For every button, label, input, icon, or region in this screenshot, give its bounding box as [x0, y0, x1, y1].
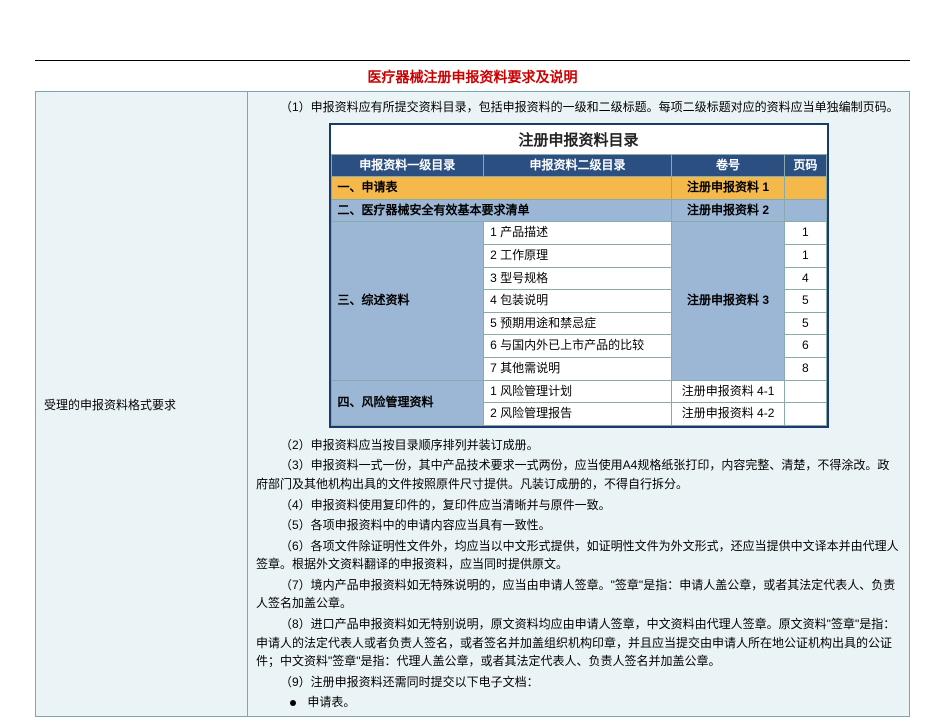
bullet-row-1: 申请表。 — [256, 693, 901, 712]
dir-r4-1-c2: 2 风险管理报告 — [484, 403, 672, 426]
dir-r3-5-c2: 6 与国内外已上市产品的比较 — [484, 335, 672, 358]
bullet-icon — [290, 700, 296, 706]
dir-r4-0-c3: 注册申报资料 4-1 — [671, 380, 784, 403]
dir-r3-4-c2: 5 预期用途和禁忌症 — [484, 312, 672, 335]
dir-r4-0-c2: 1 风险管理计划 — [484, 380, 672, 403]
dir-r4c1: 四、风险管理资料 — [331, 380, 484, 425]
para-1: （1）申报资料应有所提交资料目录，包括申报资料的一级和二级标题。每项二级标题对应… — [256, 98, 901, 117]
dir-row-2: 二、医疗器械安全有效基本要求清单 注册申报资料 2 — [331, 199, 826, 222]
dir-r3-0-c4: 1 — [785, 222, 826, 245]
dir-r3c1: 三、综述资料 — [331, 222, 484, 380]
para-9: （9）注册申报资料还需同时提交以下电子文档： — [256, 673, 901, 692]
dir-r3-1-c4: 1 — [785, 244, 826, 267]
dir-h3: 卷号 — [671, 154, 784, 177]
dir-r4-1-c3: 注册申报资料 4-2 — [671, 403, 784, 426]
para-7: （7）境内产品申报资料如无特殊说明的，应当由申请人签章。"签章"是指：申请人盖公… — [256, 576, 901, 613]
dir-h1: 申报资料一级目录 — [331, 154, 484, 177]
left-label: 受理的申报资料格式要求 — [44, 398, 176, 412]
dir-r3-4-c4: 5 — [785, 312, 826, 335]
outer-table: 受理的申报资料格式要求 （1）申报资料应有所提交资料目录，包括申报资料的一级和二… — [35, 91, 910, 717]
document-page: 医疗器械注册申报资料要求及说明 受理的申报资料格式要求 （1）申报资料应有所提交… — [0, 0, 945, 669]
dir-r3-0-c2: 1 产品描述 — [484, 222, 672, 245]
dir-r3-3-c2: 4 包装说明 — [484, 290, 672, 313]
para-5: （5）各项申报资料中的申请内容应当具有一致性。 — [256, 516, 901, 535]
dir-r3-6-c4: 8 — [785, 357, 826, 380]
dir-row-1: 一、申请表 注册申报资料 1 — [331, 177, 826, 200]
dir-r2c4 — [785, 199, 826, 222]
para-3: （3）申报资料一式一份，其中产品技术要求一式两份，应当使用A4规格纸张打印，内容… — [256, 456, 901, 493]
page-title: 医疗器械注册申报资料要求及说明 — [35, 67, 910, 87]
directory-caption: 注册申报资料目录 — [331, 125, 827, 154]
left-label-cell: 受理的申报资料格式要求 — [36, 92, 248, 717]
dir-r3-6-c2: 7 其他需说明 — [484, 357, 672, 380]
para-2: （2）申报资料应当按目录顺序排列并装订成册。 — [256, 436, 901, 455]
dir-r1c1: 一、申请表 — [331, 177, 671, 200]
dir-r1c4 — [785, 177, 826, 200]
bullet-1-text: 申请表。 — [307, 695, 355, 709]
directory-table-wrap: 注册申报资料目录 申报资料一级目录 申报资料二级目录 卷号 页码 一、申请表 — [329, 123, 829, 428]
dir-r1c3: 注册申报资料 1 — [671, 177, 784, 200]
dir-r3-2-c4: 4 — [785, 267, 826, 290]
right-content-cell: （1）申报资料应有所提交资料目录，包括申报资料的一级和二级标题。每项二级标题对应… — [248, 92, 910, 717]
dir-h4: 页码 — [785, 154, 826, 177]
dir-row-3-0: 三、综述资料 1 产品描述 注册申报资料 3 1 — [331, 222, 826, 245]
para-4: （4）申报资料使用复印件的，复印件应当清晰并与原件一致。 — [256, 496, 901, 515]
dir-r2c1: 二、医疗器械安全有效基本要求清单 — [331, 199, 671, 222]
dir-r3-1-c2: 2 工作原理 — [484, 244, 672, 267]
dir-r3-3-c4: 5 — [785, 290, 826, 313]
dir-header-row: 申报资料一级目录 申报资料二级目录 卷号 页码 — [331, 154, 826, 177]
dir-r3c3: 注册申报资料 3 — [671, 222, 784, 380]
dir-r4-0-c4 — [785, 380, 826, 403]
dir-r3-2-c2: 3 型号规格 — [484, 267, 672, 290]
horizontal-rule — [35, 60, 910, 61]
dir-r4-1-c4 — [785, 403, 826, 426]
dir-h2: 申报资料二级目录 — [484, 154, 672, 177]
dir-r3-5-c4: 6 — [785, 335, 826, 358]
dir-r2c3: 注册申报资料 2 — [671, 199, 784, 222]
para-8: （8）进口产品申报资料如无特别说明，原文资料均应由申请人签章，中文资料由代理人签… — [256, 615, 901, 671]
dir-row-4-0: 四、风险管理资料 1 风险管理计划 注册申报资料 4-1 — [331, 380, 826, 403]
para-6: （6）各项文件除证明性文件外，均应当以中文形式提供，如证明性文件为外文形式，还应… — [256, 537, 901, 574]
directory-table: 申报资料一级目录 申报资料二级目录 卷号 页码 一、申请表 注册申报资料 1 二… — [331, 154, 827, 426]
